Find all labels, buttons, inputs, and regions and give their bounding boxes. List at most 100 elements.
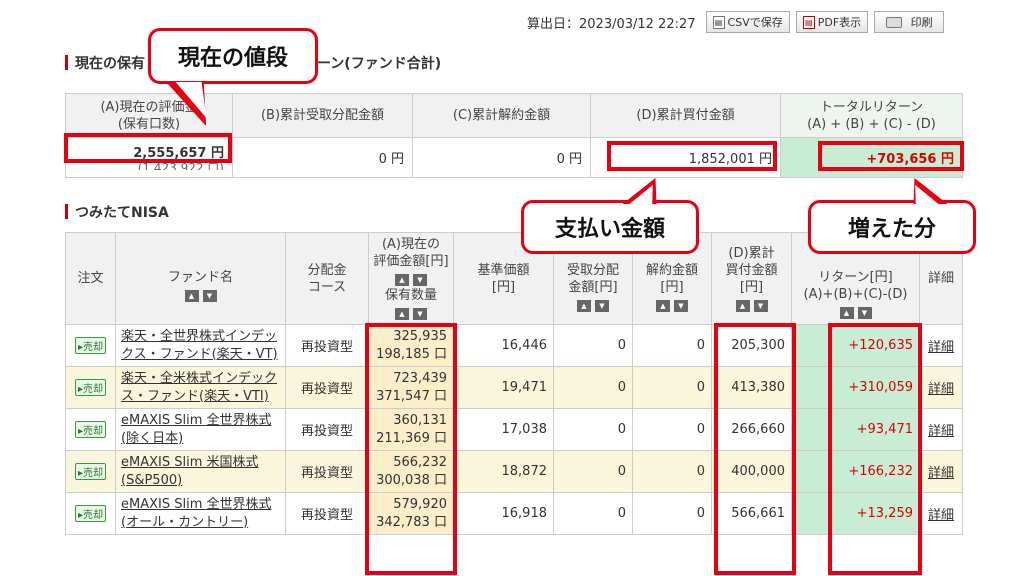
highlight-purchase-column [714, 323, 796, 575]
sell-button[interactable]: ▸売却 [74, 505, 107, 522]
csv-save-label: CSVで保存 [727, 16, 783, 29]
fund-name-cell: eMAXIS Slim 全世界株式(オール・カントリー) [115, 492, 286, 535]
summary-title-head: 現在の保有 [75, 56, 145, 72]
dist-sort-buttons: ▲ ▼ [577, 300, 609, 312]
col-base-line1: 基準価額 [477, 262, 530, 278]
highlight-holdings-column [365, 323, 457, 575]
sort-up-icon[interactable]: ▲ [735, 299, 750, 312]
received-dist-cell: 0 [553, 408, 633, 451]
sort-down-icon[interactable]: ▼ [202, 289, 217, 302]
sort-down-icon[interactable]: ▼ [674, 300, 688, 312]
fund-name-cell: eMAXIS Slim 全世界株式(除く日本) [115, 408, 286, 451]
summary-header-b: (B)累計受取分配金額 [232, 93, 413, 138]
fund-name-cell: eMAXIS Slim 米国株式(S&P500) [115, 450, 286, 493]
summary-header-tr-line2: (A) + (B) + (C) - (D) [807, 116, 936, 132]
col-ret-line2: (A)+(B)+(C)-(D) [803, 287, 908, 302]
print-label: 印刷 [910, 16, 933, 29]
sell-button[interactable]: ▸売却 [74, 337, 107, 354]
detail-link[interactable]: 詳細 [928, 382, 954, 397]
col-a-line2: 評価金額[円] [373, 254, 449, 269]
value-sort-buttons: ▲ ▼ [395, 274, 427, 286]
sort-up-icon[interactable]: ▲ [395, 274, 409, 286]
redemption-cell: 0 [632, 366, 712, 409]
summary-title-tail: ーン(ファンド合計) [317, 56, 442, 72]
col-d-line2: 買付金額 [725, 262, 778, 278]
highlight-purchase-total [607, 141, 777, 171]
sort-up-icon[interactable]: ▲ [395, 308, 409, 320]
sell-label: 売却 [83, 342, 104, 353]
detail-cell: 詳細 [919, 492, 963, 535]
detail-link[interactable]: 詳細 [928, 424, 954, 439]
col-fund-label: ファンド名 [167, 269, 233, 285]
sell-label: 売却 [83, 468, 104, 479]
col-base-line2: [円] [491, 279, 516, 295]
redemption-cell: 0 [632, 450, 712, 493]
col-c-line1: 解約金額 [645, 263, 698, 278]
nisa-section-title: つみたてNISA [65, 202, 169, 222]
sell-button[interactable]: ▸売却 [74, 379, 107, 396]
base-price-cell: 16,918 [453, 492, 554, 535]
col-fund-name: ファンド名 ▲ ▼ [115, 232, 286, 325]
fund-name-link[interactable]: eMAXIS Slim 全世界株式(オール・カントリー) [121, 497, 272, 530]
sell-label: 売却 [83, 384, 104, 395]
summary-value-b: 0 円 [232, 137, 413, 178]
detail-link[interactable]: 詳細 [928, 340, 954, 355]
course-cell: 再投資型 [285, 408, 369, 451]
printer-icon [885, 16, 902, 28]
sell-label: 売却 [83, 426, 104, 437]
fund-name-cell: 楽天・全米株式インデックス・ファンド(楽天・VTI) [115, 366, 286, 409]
callout-current-price: 現在の値段 [148, 28, 318, 84]
fund-name-link[interactable]: eMAXIS Slim 米国株式(S&P500) [121, 455, 259, 488]
print-button[interactable]: 印刷 [874, 11, 945, 33]
fund-sort-buttons: ▲ ▼ [184, 289, 217, 302]
sell-cell: ▸売却 [65, 408, 116, 451]
sort-down-icon[interactable]: ▼ [413, 274, 427, 286]
sort-down-icon[interactable]: ▼ [857, 307, 872, 319]
pdf-view-label: PDF表示 [817, 16, 862, 29]
col-current-value: (A)現在の 評価金額[円] ▲ ▼ 保有数量 ▲ ▼ [368, 232, 454, 325]
summary-header-tr-line1: トータルリターン [819, 99, 924, 115]
detail-link[interactable]: 詳細 [928, 508, 954, 523]
course-cell: 再投資型 [285, 366, 369, 409]
fund-name-link[interactable]: eMAXIS Slim 全世界株式(除く日本) [121, 413, 272, 446]
col-purchase-total: (D)累計 買付金額 [円] ▲ ▼ [711, 232, 792, 325]
fund-name-link[interactable]: 楽天・全世界株式インデックス・ファンド(楽天・VT) [121, 329, 278, 362]
redemption-sort-buttons: ▲ ▼ [656, 300, 688, 312]
summary-header-c: (C)累計解約金額 [412, 93, 591, 138]
pdf-view-button[interactable]: ▤ PDF表示 [795, 11, 869, 33]
csv-file-icon: ▤ [712, 15, 725, 29]
summary-header-d: (D)累計買付金額 [590, 93, 781, 138]
course-cell: 再投資型 [285, 450, 369, 493]
base-price-cell: 18,872 [453, 450, 554, 493]
sell-button[interactable]: ▸売却 [74, 463, 107, 480]
detail-link[interactable]: 詳細 [928, 466, 954, 481]
callout-increase: 増えた分 [808, 200, 976, 254]
redemption-cell: 0 [632, 324, 712, 367]
col-a-line3: 保有数量 [384, 288, 437, 303]
base-price-cell: 19,471 [453, 366, 554, 409]
fund-name-cell: 楽天・全世界株式インデックス・ファンド(楽天・VT) [115, 324, 286, 367]
sort-up-icon[interactable]: ▲ [656, 300, 670, 312]
sort-down-icon[interactable]: ▼ [753, 299, 768, 312]
fund-name-link[interactable]: 楽天・全米株式インデックス・ファンド(楽天・VTI) [121, 371, 277, 404]
detail-cell: 詳細 [919, 324, 963, 367]
sort-down-icon[interactable]: ▼ [595, 300, 609, 312]
return-sort-buttons: ▲ ▼ [839, 307, 872, 319]
highlight-return-column [828, 323, 922, 575]
sell-cell: ▸売却 [65, 492, 116, 535]
col-dist-course: 分配金 コース [285, 232, 369, 325]
csv-save-button[interactable]: ▤ CSVで保存 [705, 11, 790, 33]
base-price-cell: 16,446 [453, 324, 554, 367]
sort-up-icon[interactable]: ▲ [839, 307, 854, 319]
sort-up-icon[interactable]: ▲ [184, 289, 199, 302]
purchase-sort-buttons: ▲ ▼ [735, 299, 768, 312]
highlight-total-return [818, 141, 964, 171]
sell-button[interactable]: ▸売却 [74, 421, 107, 438]
pdf-file-icon: ▤ [802, 15, 815, 29]
col-dist-line1: 分配金 [307, 262, 347, 278]
col-order: 注文 [65, 232, 116, 325]
calc-date: 算出日：2023/03/12 22:27 [527, 16, 696, 32]
sort-up-icon[interactable]: ▲ [577, 300, 591, 312]
detail-cell: 詳細 [919, 408, 963, 451]
sort-down-icon[interactable]: ▼ [413, 308, 427, 320]
